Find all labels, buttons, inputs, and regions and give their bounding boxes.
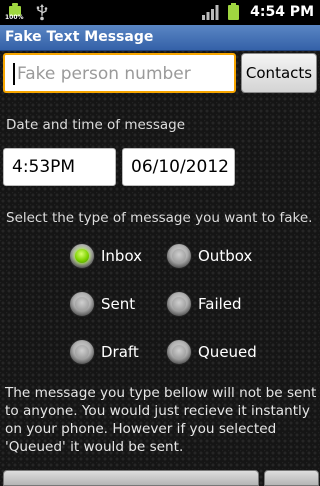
radio-unchecked-icon xyxy=(166,243,192,269)
message-type-label: Select the type of message you want to f… xyxy=(6,210,313,226)
radio-inbox-label: Inbox xyxy=(101,247,143,265)
radio-queued[interactable]: Queued xyxy=(166,339,257,365)
radio-unchecked-icon xyxy=(166,339,192,365)
battery-percent-label: 100% xyxy=(5,14,24,21)
datetime-label: Date and time of message xyxy=(6,117,186,133)
radio-outbox-label: Outbox xyxy=(198,247,253,265)
radio-inbox[interactable]: Inbox xyxy=(69,243,142,269)
status-bar: 100% 4:54 PM xyxy=(0,0,320,25)
contacts-button[interactable]: Contacts xyxy=(241,53,317,93)
battery-full-icon: 100% xyxy=(5,3,24,21)
radio-failed-label: Failed xyxy=(198,295,242,313)
date-field[interactable]: 06/10/2012 xyxy=(122,148,235,186)
app-title: Fake Text Message xyxy=(5,29,154,45)
battery-icon xyxy=(228,3,240,20)
radio-sent[interactable]: Sent xyxy=(69,291,135,317)
radio-checked-icon xyxy=(69,243,95,269)
radio-unchecked-icon xyxy=(69,291,95,317)
time-field[interactable]: 4:53PM xyxy=(3,148,116,186)
radio-queued-label: Queued xyxy=(198,343,257,361)
radio-failed[interactable]: Failed xyxy=(166,291,242,317)
send-button[interactable] xyxy=(264,470,319,486)
phone-number-placeholder: Fake person number xyxy=(17,64,191,84)
radio-draft-label: Draft xyxy=(101,343,139,361)
status-bar-right: 4:54 PM xyxy=(201,3,314,21)
phone-number-input[interactable]: Fake person number xyxy=(3,53,236,93)
radio-sent-label: Sent xyxy=(101,295,136,313)
status-bar-left: 100% xyxy=(5,3,50,21)
info-text: The message you type bellow will not be … xyxy=(5,385,317,455)
radio-unchecked-icon xyxy=(69,339,95,365)
message-body-input[interactable] xyxy=(3,470,259,486)
signal-icon xyxy=(202,5,219,20)
usb-icon xyxy=(36,4,48,21)
radio-outbox[interactable]: Outbox xyxy=(166,243,252,269)
status-clock: 4:54 PM xyxy=(250,4,314,20)
app-title-bar: Fake Text Message xyxy=(0,25,320,51)
text-caret xyxy=(13,63,15,85)
radio-unchecked-icon xyxy=(166,291,192,317)
radio-draft[interactable]: Draft xyxy=(69,339,139,365)
